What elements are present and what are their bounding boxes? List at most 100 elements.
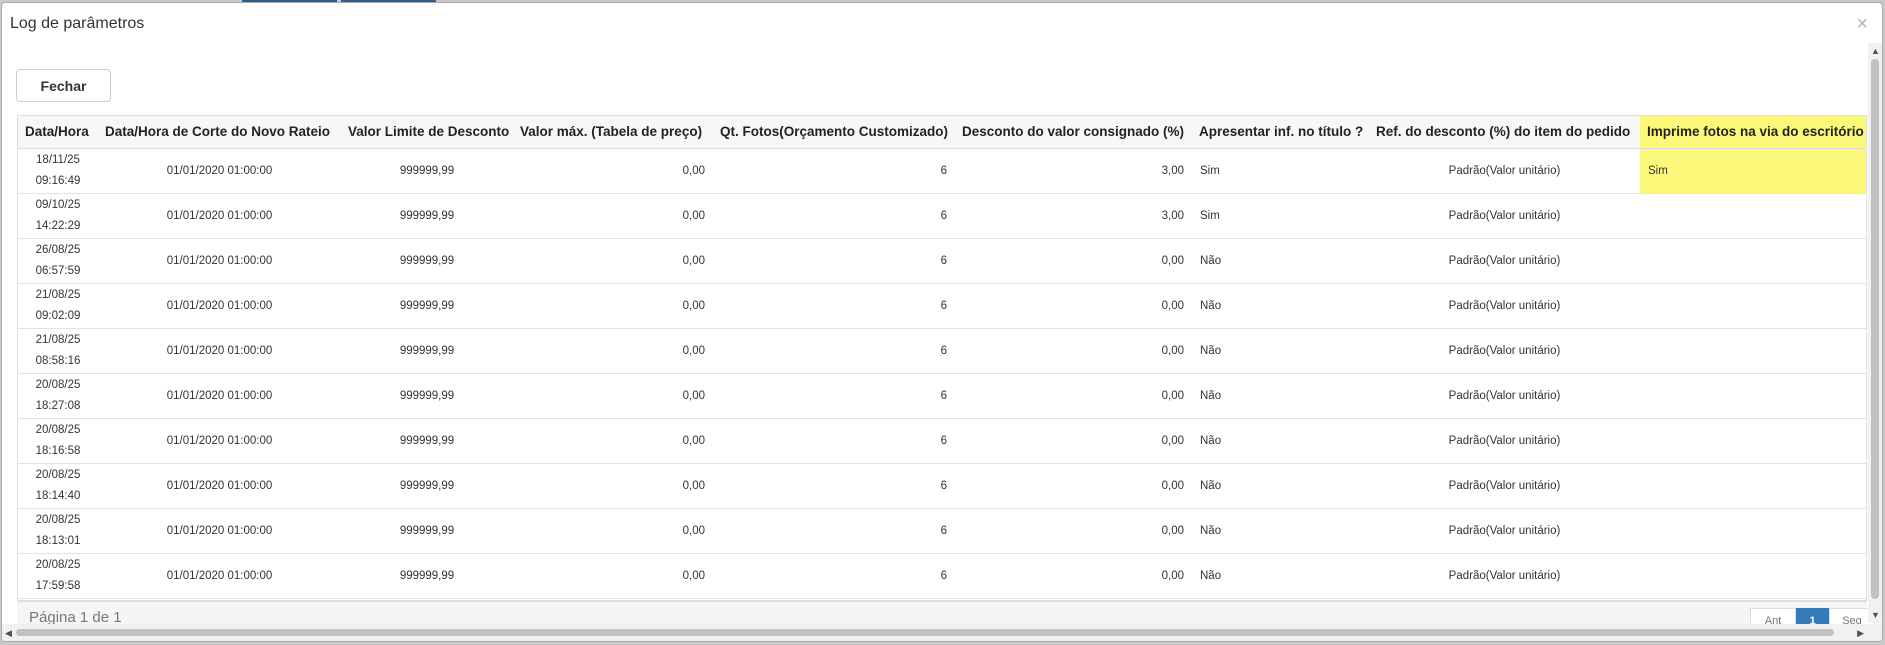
table-row[interactable]: 21/08/25 09:02:09 01/01/2020 01:00:00 99999…	[18, 283, 1866, 329]
cell-apresentar: Não	[1192, 328, 1369, 374]
table-row[interactable]: 09/10/25 14:22:29 01/01/2020 01:00:00 99999…	[18, 193, 1866, 239]
cell-valor-max: 0,00	[513, 373, 713, 419]
cell-imprime-fotos	[1640, 328, 1866, 374]
cell-valor-limite: 999999,99	[341, 463, 513, 509]
cell-apresentar: Não	[1192, 508, 1369, 554]
cell-data-corte: 01/01/2020 01:00:00	[98, 373, 341, 419]
vertical-scroll-thumb[interactable]	[1871, 59, 1879, 599]
cell-qt-fotos: 6	[713, 553, 955, 599]
cell-imprime-fotos	[1640, 463, 1866, 509]
cell-time: 18:16:58	[35, 444, 81, 457]
scroll-up-icon[interactable]: ▲	[1871, 46, 1880, 56]
cell-time: 18:13:01	[35, 534, 81, 547]
cell-desconto: 0,00	[955, 238, 1192, 284]
col-header-data-hora[interactable]: Data/Hora	[18, 116, 98, 149]
cell-imprime-fotos: Sim	[1640, 148, 1866, 194]
cell-apresentar: Não	[1192, 238, 1369, 284]
col-header-apresentar-inf[interactable]: Apresentar inf. no título ?	[1192, 116, 1369, 149]
table-row[interactable]: 20/08/25 18:14:40 01/01/2020 01:00:00 99999…	[18, 463, 1866, 509]
cell-ref-desconto: Padrão(Valor unitário)	[1369, 283, 1640, 329]
cell-qt-fotos: 6	[713, 148, 955, 194]
cell-valor-max: 0,00	[513, 148, 713, 194]
cell-qt-fotos: 6	[713, 283, 955, 329]
cell-date: 20/08/25	[35, 513, 81, 526]
table-row[interactable]: 20/08/25 17:59:58 01/01/2020 01:00:00 99999…	[18, 553, 1866, 599]
cell-desconto: 0,00	[955, 508, 1192, 554]
cell-data-corte: 01/01/2020 01:00:00	[98, 148, 341, 194]
cell-valor-limite: 999999,99	[341, 418, 513, 464]
cell-time: 18:14:40	[35, 489, 81, 502]
cell-valor-limite: 999999,99	[341, 328, 513, 374]
cell-data-corte: 01/01/2020 01:00:00	[98, 238, 341, 284]
header-row: Data/Hora Data/Hora de Corte do Novo Rat…	[18, 116, 1866, 149]
cell-desconto: 0,00	[955, 328, 1192, 374]
col-header-qt-fotos[interactable]: Qt. Fotos(Orçamento Customizado)	[713, 116, 955, 149]
cell-desconto: 0,00	[955, 373, 1192, 419]
cell-ref-desconto: Padrão(Valor unitário)	[1369, 418, 1640, 464]
cell-imprime-fotos	[1640, 553, 1866, 599]
col-header-ref-desconto[interactable]: Ref. do desconto (%) do item do pedido	[1369, 116, 1640, 149]
table-row[interactable]: 21/08/25 08:58:16 01/01/2020 01:00:00 99999…	[18, 328, 1866, 374]
scroll-right-icon[interactable]: ▶	[1857, 628, 1864, 638]
scroll-down-icon[interactable]: ▼	[1871, 610, 1880, 620]
horizontal-scroll-thumb[interactable]	[16, 629, 1834, 636]
cell-apresentar: Não	[1192, 463, 1369, 509]
scroll-left-icon[interactable]: ◀	[5, 628, 12, 638]
cell-data-corte: 01/01/2020 01:00:00	[98, 553, 341, 599]
col-header-valor-max[interactable]: Valor máx. (Tabela de preço)	[513, 116, 713, 149]
cell-imprime-fotos	[1640, 508, 1866, 554]
cell-ref-desconto: Padrão(Valor unitário)	[1369, 373, 1640, 419]
cell-time: 06:57:59	[35, 264, 81, 277]
col-header-valor-limite[interactable]: Valor Limite de Desconto	[341, 116, 513, 149]
col-header-data-corte[interactable]: Data/Hora de Corte do Novo Rateio	[98, 116, 341, 149]
table-row[interactable]: 20/08/25 18:27:08 01/01/2020 01:00:00 99999…	[18, 373, 1866, 419]
col-header-desconto-consignado[interactable]: Desconto do valor consignado (%)	[955, 116, 1192, 149]
cell-valor-max: 0,00	[513, 193, 713, 239]
cell-time: 17:59:58	[35, 579, 81, 592]
cell-qt-fotos: 6	[713, 418, 955, 464]
cell-time: 08:58:16	[35, 354, 81, 367]
table-row[interactable]: 18/11/25 09:16:49 01/01/2020 01:00:00 99999…	[18, 148, 1866, 194]
cell-valor-limite: 999999,99	[341, 193, 513, 239]
cell-data-hora: 09/10/25 14:22:29	[18, 193, 98, 239]
cell-date: 20/08/25	[35, 468, 81, 481]
log-dialog: Log de parâmetros × Fechar Data/Hora Dat…	[1, 2, 1883, 642]
cell-valor-max: 0,00	[513, 328, 713, 374]
cell-time: 09:16:49	[35, 174, 81, 187]
fechar-button[interactable]: Fechar	[16, 69, 111, 102]
close-icon[interactable]: ×	[1856, 14, 1868, 34]
cell-valor-max: 0,00	[513, 508, 713, 554]
cell-time: 18:27:08	[35, 399, 81, 412]
cell-desconto: 0,00	[955, 553, 1192, 599]
log-grid: Data/Hora Data/Hora de Corte do Novo Rat…	[17, 115, 1867, 601]
cell-data-corte: 01/01/2020 01:00:00	[98, 283, 341, 329]
cell-date: 20/08/25	[35, 558, 81, 571]
cell-qt-fotos: 6	[713, 463, 955, 509]
horizontal-scrollbar[interactable]: ◀ ▶	[2, 624, 1882, 641]
cell-date: 18/11/25	[36, 153, 80, 166]
table-row[interactable]: 26/08/25 06:57:59 01/01/2020 01:00:00 99999…	[18, 238, 1866, 284]
cell-qt-fotos: 6	[713, 238, 955, 284]
table-row[interactable]: 20/08/25 18:13:01 01/01/2020 01:00:00 99999…	[18, 508, 1866, 554]
vertical-scrollbar[interactable]: ▲ ▼	[1868, 43, 1882, 623]
cell-data-corte: 01/01/2020 01:00:00	[98, 328, 341, 374]
cell-data-hora: 20/08/25 18:27:08	[18, 373, 98, 419]
cell-valor-max: 0,00	[513, 283, 713, 329]
cell-data-corte: 01/01/2020 01:00:00	[98, 463, 341, 509]
cell-desconto: 0,00	[955, 418, 1192, 464]
cell-qt-fotos: 6	[713, 328, 955, 374]
cell-apresentar: Sim	[1192, 193, 1369, 239]
cell-imprime-fotos	[1640, 238, 1866, 284]
cell-imprime-fotos	[1640, 193, 1866, 239]
dialog-title: Log de parâmetros	[10, 15, 145, 32]
cell-data-hora: 20/08/25 18:13:01	[18, 508, 98, 554]
cell-ref-desconto: Padrão(Valor unitário)	[1369, 508, 1640, 554]
table-row[interactable]: 20/08/25 18:16:58 01/01/2020 01:00:00 99999…	[18, 418, 1866, 464]
cell-valor-limite: 999999,99	[341, 508, 513, 554]
cell-valor-max: 0,00	[513, 418, 713, 464]
col-header-imprime-fotos[interactable]: Imprime fotos na via do escritório	[1640, 116, 1866, 149]
cell-valor-max: 0,00	[513, 238, 713, 284]
cell-data-corte: 01/01/2020 01:00:00	[98, 508, 341, 554]
cell-ref-desconto: Padrão(Valor unitário)	[1369, 553, 1640, 599]
cell-qt-fotos: 6	[713, 193, 955, 239]
